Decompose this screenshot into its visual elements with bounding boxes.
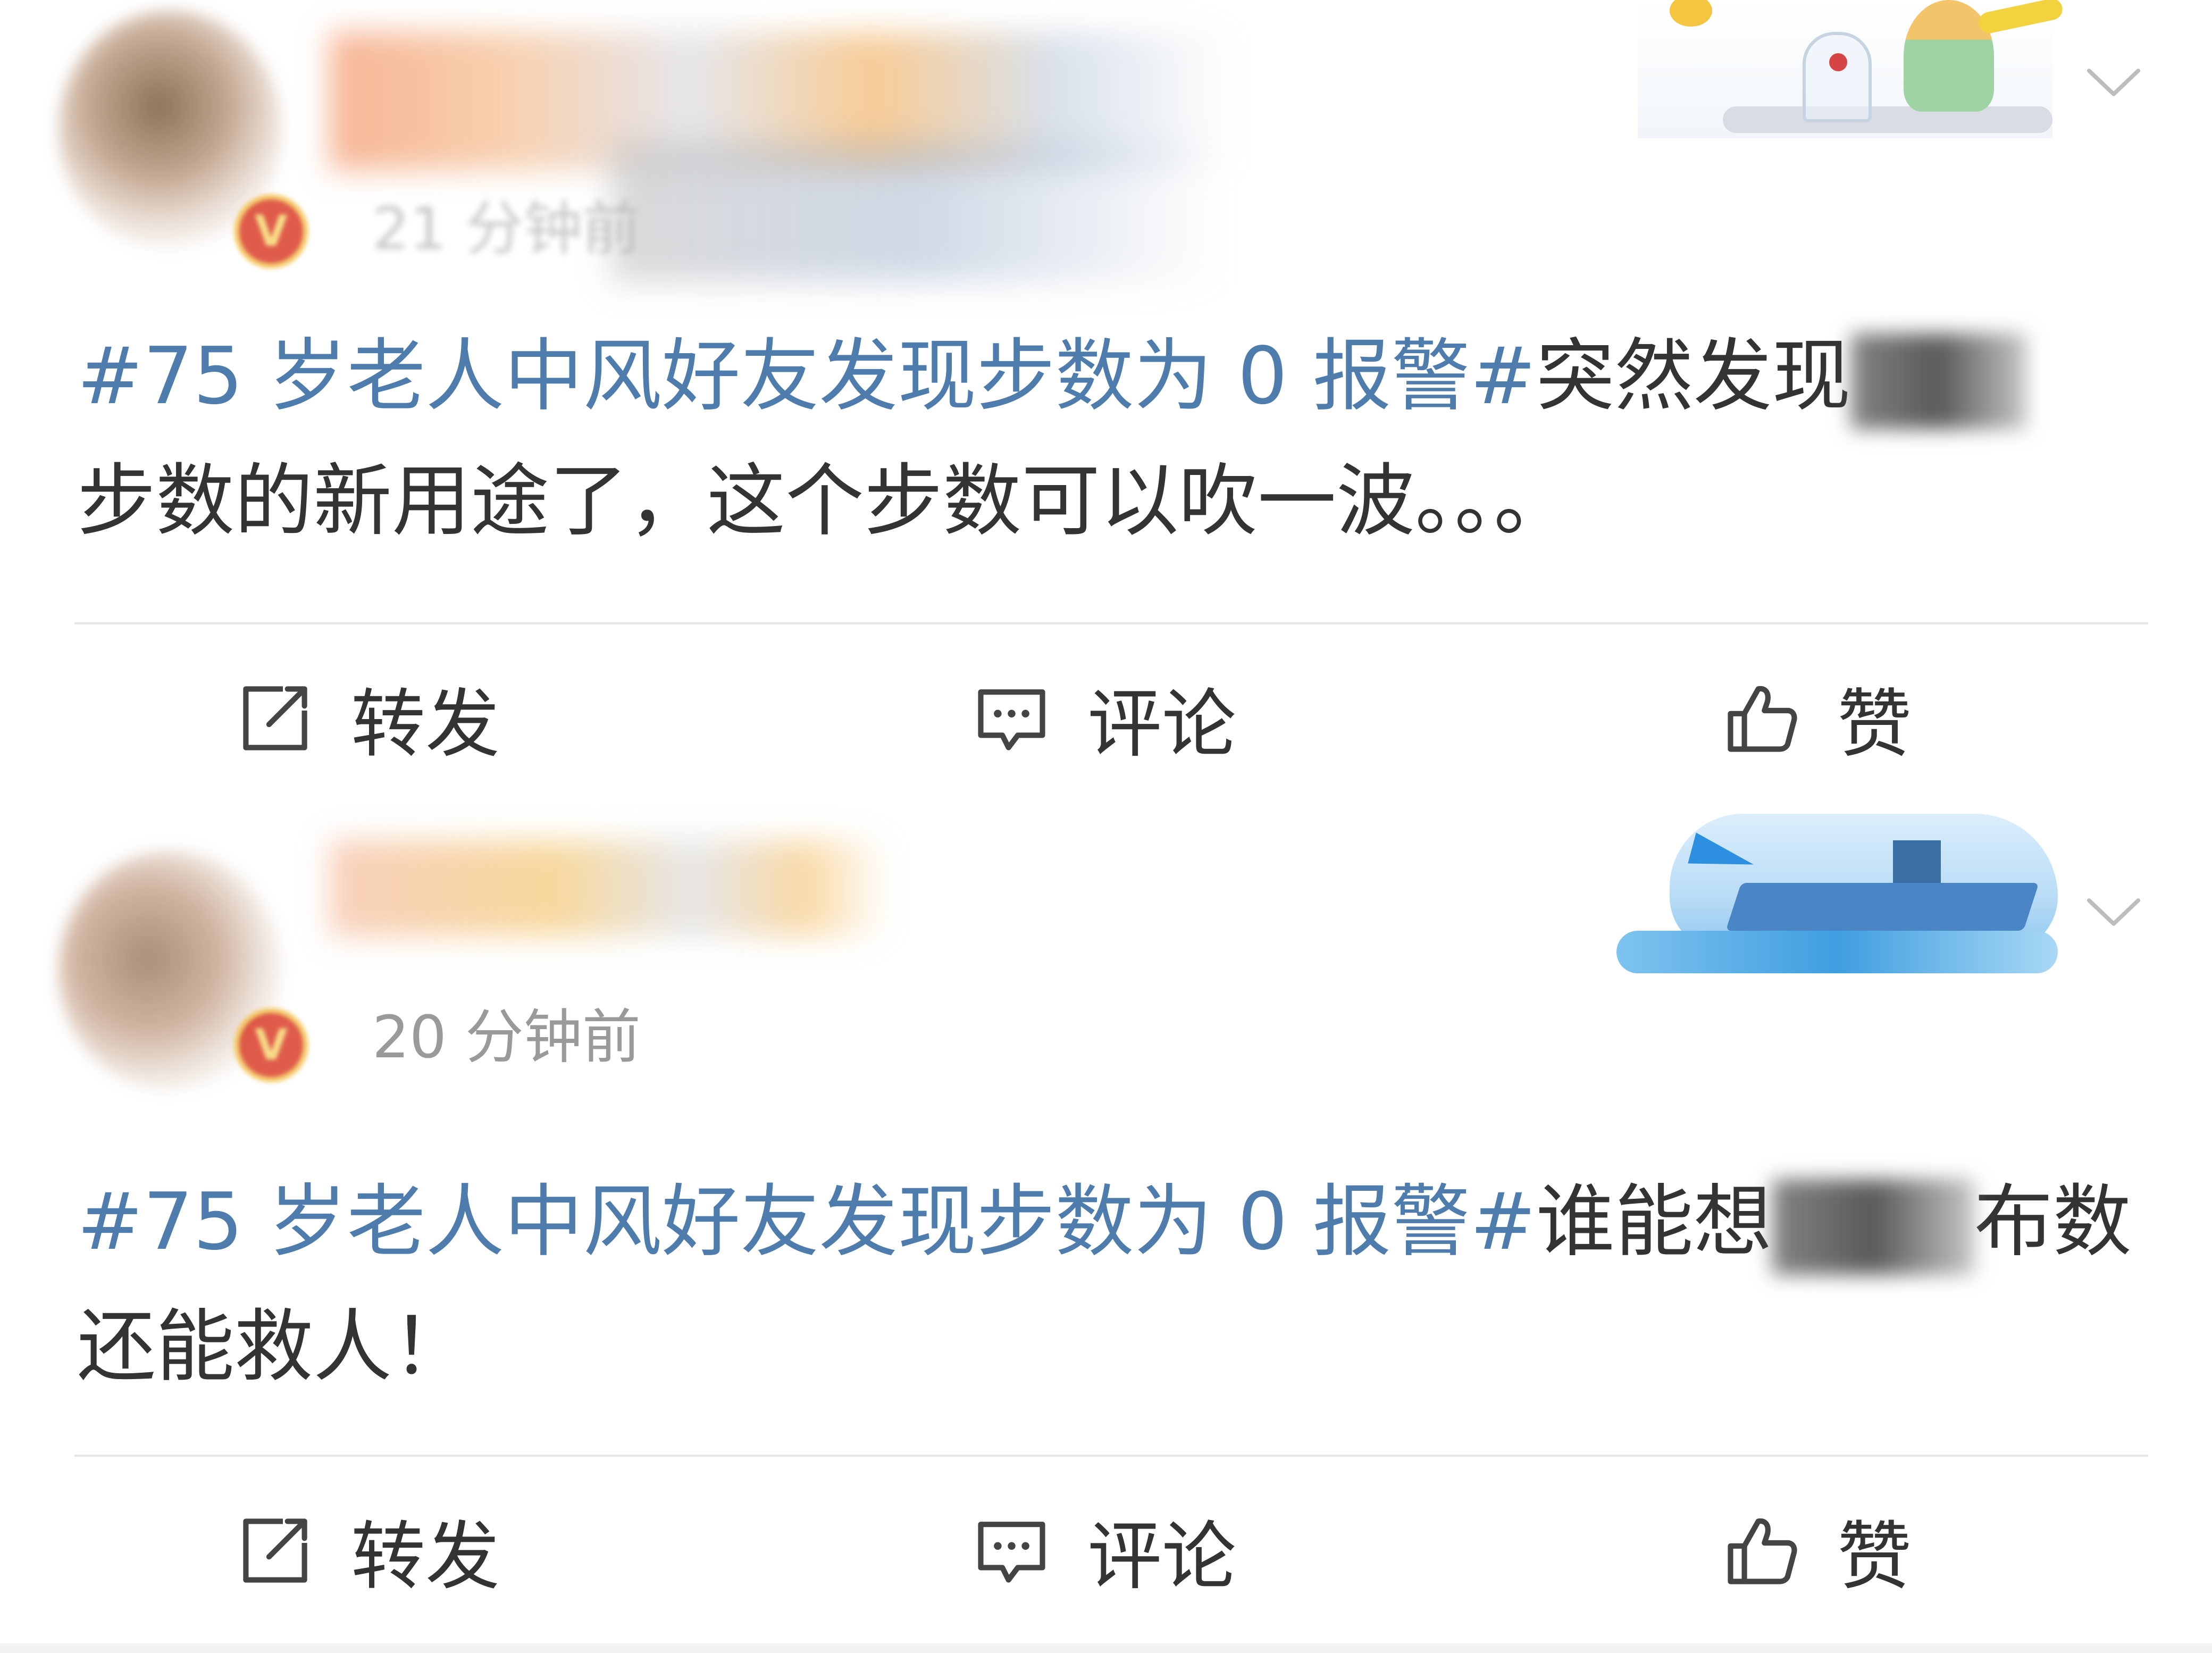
post-header: V 21 分钟前	[0, 0, 2212, 282]
repost-label: 转发	[351, 1514, 500, 1600]
post-text-part: 突然发现	[1536, 330, 1851, 422]
like-icon	[1728, 1518, 1797, 1584]
post-text: #75 岁老人中风好友发现步数为 0 报警#突然发现步数的新用途了，这个步数可以…	[77, 314, 2151, 564]
feed-separator	[0, 1643, 2212, 1653]
comment-button[interactable]: 评论	[973, 670, 1236, 768]
comment-label: 评论	[1087, 681, 1237, 768]
like-button[interactable]: 赞	[1723, 670, 1912, 768]
feed-post: V 20 分钟前 #75 岁老人中风好友发现步数为 0 报警#谁能想 布数还能救人…	[0, 808, 2212, 1638]
like-button[interactable]: 赞	[1723, 1502, 1912, 1600]
post-text-part: 谁能想	[1536, 1176, 1772, 1267]
post-time: 20 分钟前	[372, 1003, 641, 1071]
feed-post: V 21 分钟前 #75 岁老人中风好友发现步数为 0 报警#突然发现步数的新用…	[0, 0, 2212, 808]
post-text-part: 步数的新用途了，这个步数可以吹一波。。。	[77, 455, 1572, 547]
like-icon	[1728, 686, 1797, 752]
comment-button[interactable]: 评论	[973, 1502, 1236, 1600]
repost-button[interactable]: 转发	[237, 1502, 500, 1600]
repost-button[interactable]: 转发	[237, 670, 500, 768]
post-header: V 20 分钟前	[0, 808, 2212, 1090]
comment-icon	[978, 1521, 1045, 1583]
divider	[74, 622, 2148, 624]
verified-badge-icon: V	[234, 1008, 308, 1082]
hashtag-link[interactable]: #75 岁老人中风好友发现步数为 0 报警#	[77, 1176, 1536, 1267]
repost-label: 转发	[351, 681, 500, 768]
verified-badge-icon: V	[234, 194, 308, 269]
post-actions: 转发 评论 赞	[0, 638, 2212, 798]
comment-icon	[978, 689, 1045, 750]
post-actions: 转发 评论 赞	[0, 1471, 2212, 1630]
hashtag-link[interactable]: #75 岁老人中风好友发现步数为 0 报警#	[77, 330, 1536, 422]
post-time: 21 分钟前	[372, 195, 641, 263]
weibo-feed: V 21 分钟前 #75 岁老人中风好友发现步数为 0 报警#突然发现 步数的新用…	[0, 0, 2212, 1653]
post-text: #75 岁老人中风好友发现步数为 0 报警#谁能想 布数还能救人！	[77, 1159, 2151, 1409]
redacted-text	[1772, 1179, 1974, 1275]
chevron-down-icon[interactable]	[2084, 883, 2143, 941]
like-label: 赞	[1837, 681, 1912, 768]
chevron-down-icon[interactable]	[2084, 53, 2143, 112]
redacted-text	[1850, 333, 2026, 430]
repost-icon	[243, 686, 307, 750]
repost-icon	[243, 1518, 307, 1583]
divider	[74, 1455, 2148, 1457]
username-redacted[interactable]	[330, 840, 888, 936]
comment-label: 评论	[1087, 1514, 1237, 1600]
card-decoration-image	[1638, 0, 2065, 138]
source-redacted	[611, 144, 1223, 282]
card-decoration-image	[1606, 808, 2068, 989]
like-label: 赞	[1837, 1514, 1912, 1600]
